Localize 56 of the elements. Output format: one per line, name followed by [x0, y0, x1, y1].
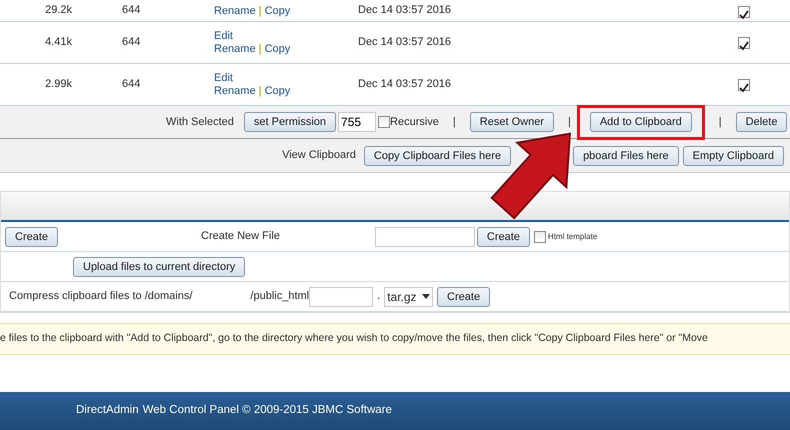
- format-value: tar.gz: [387, 288, 417, 306]
- file-date: Dec 14 03:57 2016: [358, 77, 452, 92]
- file-date: Dec 14 03:57 2016: [358, 35, 452, 50]
- rename-link[interactable]: Rename: [214, 5, 256, 17]
- permission-input[interactable]: 755: [338, 112, 376, 132]
- caret-icon: [422, 294, 430, 299]
- rename-link[interactable]: Rename: [214, 84, 256, 96]
- archive-name-input[interactable]: [309, 286, 374, 306]
- html-template-label: Html template: [548, 230, 598, 242]
- toolbar-button[interactable]: Add to Clipboard: [590, 112, 692, 132]
- file-checkbox[interactable]: [738, 36, 750, 48]
- clipboard-button[interactable]: pboard Files here: [573, 146, 679, 166]
- create-folder-button[interactable]: Create: [5, 226, 58, 246]
- create-file-label: Create New File: [201, 229, 280, 244]
- upload-button[interactable]: Upload files to current directory: [73, 256, 246, 276]
- file-checkbox[interactable]: [738, 78, 750, 90]
- file-permission: 644: [122, 2, 142, 18]
- separator: |: [568, 114, 571, 130]
- compress-create-button[interactable]: Create: [437, 286, 490, 306]
- clipboard-button[interactable]: Empty Clipboard: [682, 146, 784, 166]
- set-permission-button[interactable]: set Permission: [244, 112, 336, 132]
- file-size: 2.99k: [44, 77, 72, 92]
- separator: |: [258, 42, 262, 54]
- format-select[interactable]: tar.gz: [384, 286, 434, 306]
- file-size: 4.41k: [44, 35, 72, 50]
- file-name-input[interactable]: [374, 226, 475, 246]
- file-permission: 644: [122, 77, 142, 92]
- file-size: 29.2k: [44, 2, 72, 18]
- edit-link[interactable]: Edit: [214, 30, 233, 42]
- with-selected-label: With Selected: [166, 114, 234, 130]
- separator: |: [452, 114, 456, 130]
- copy-link[interactable]: Copy: [264, 84, 290, 96]
- dot-label: .: [377, 289, 380, 304]
- separator: |: [258, 84, 262, 96]
- copy-link[interactable]: Copy: [264, 5, 290, 17]
- recursive-label: Recursive: [390, 114, 439, 130]
- notice-text: e files to the clipboard with "Add to Clipboard", go to the directory where you wish to copy/move the files, then click "Copy Clipboard Files here" or "Move: [0, 331, 708, 346]
- recursive-checkbox[interactable]: [378, 116, 390, 128]
- view-clipboard-label: View Clipboard: [282, 148, 356, 164]
- rename-link[interactable]: Rename: [214, 42, 256, 54]
- file-permission: 644: [122, 35, 142, 50]
- directadmin-link[interactable]: DirectAdmin: [76, 402, 139, 420]
- separator: |: [718, 114, 722, 130]
- copy-link[interactable]: Copy: [264, 42, 290, 54]
- html-template-checkbox[interactable]: [534, 230, 546, 242]
- footer-text: Web Control Panel © 2009-2015 JBMC Software: [142, 403, 392, 418]
- create-file-button[interactable]: Create: [476, 226, 530, 246]
- file-date: Dec 14 03:57 2016: [358, 2, 452, 18]
- clipboard-button[interactable]: Copy Clipboard Files here: [364, 146, 512, 166]
- edit-link[interactable]: Edit: [214, 72, 233, 84]
- compress-label: Compress clipboard files to /domains/: [9, 289, 192, 304]
- file-checkbox[interactable]: [738, 6, 750, 18]
- compress-path: /public_html: [250, 289, 310, 304]
- toolbar-button[interactable]: Delete: [736, 112, 788, 132]
- toolbar-button[interactable]: Reset Owner: [470, 112, 554, 132]
- separator: |: [258, 5, 262, 17]
